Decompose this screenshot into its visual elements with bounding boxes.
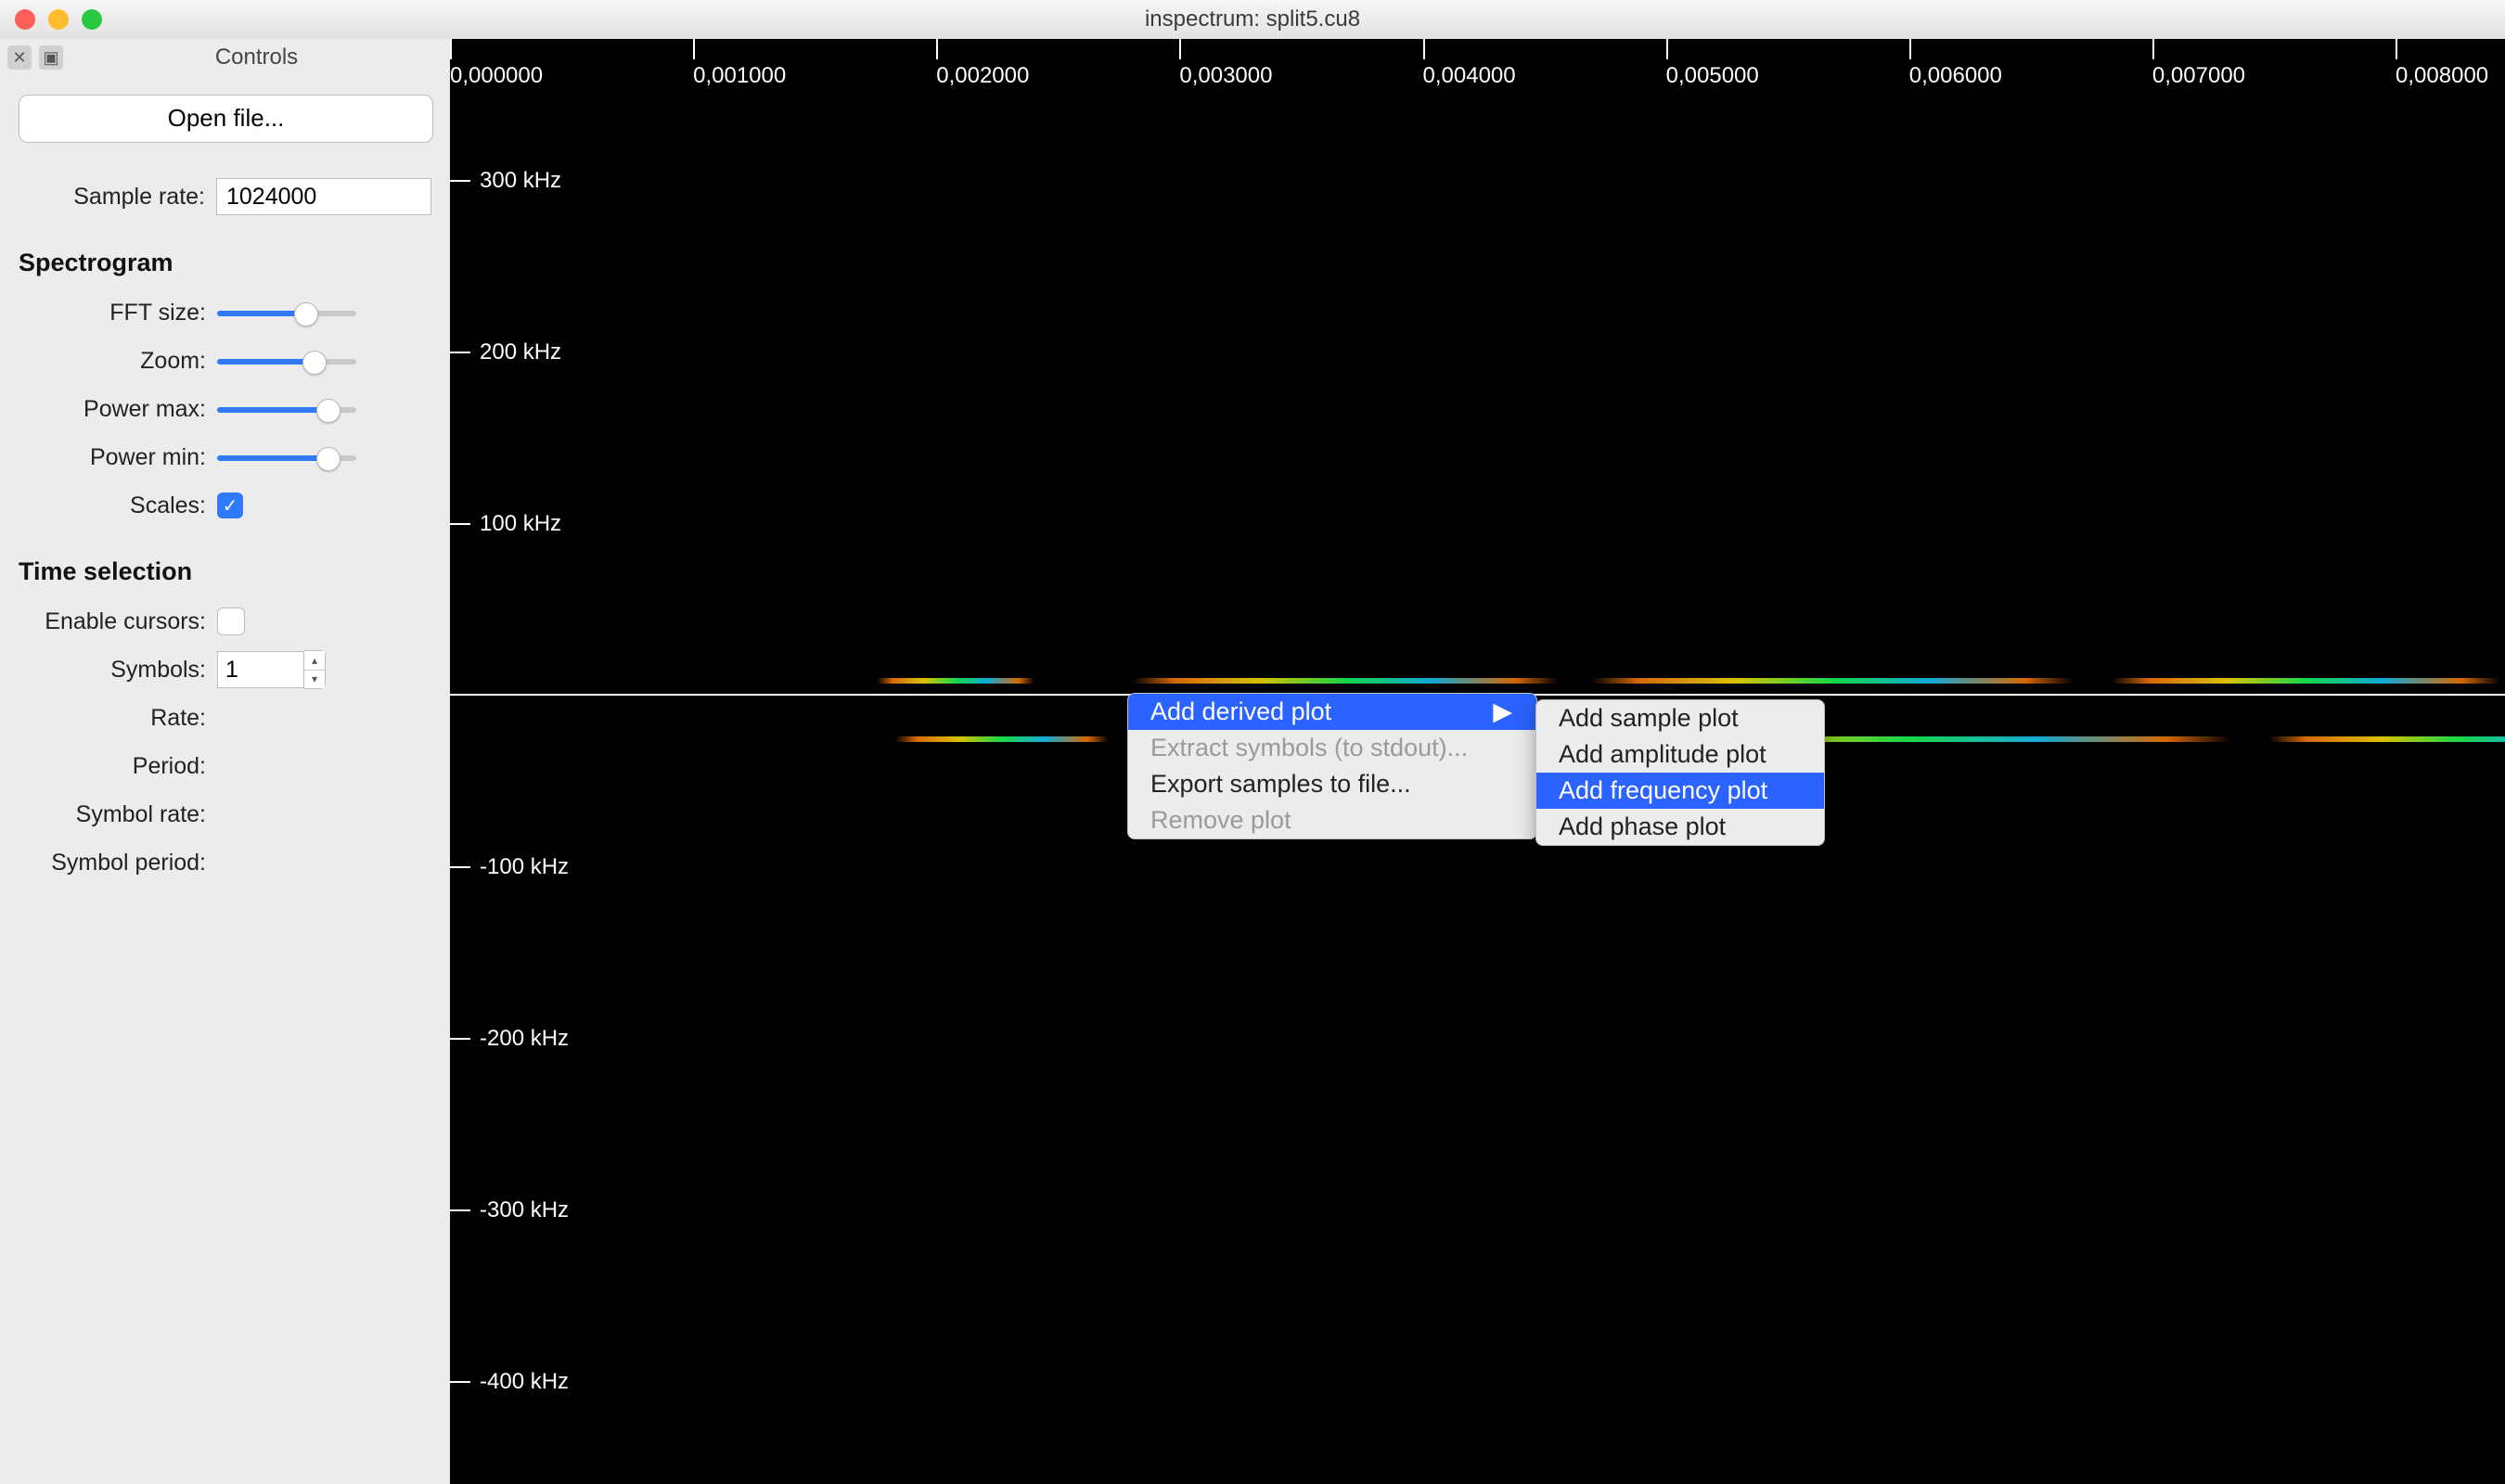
signal-band (1132, 678, 1559, 684)
signal-band (895, 736, 1109, 742)
time-selection-heading: Time selection (19, 557, 431, 586)
scales-checkbox[interactable]: ✓ (217, 493, 243, 518)
controls-panel: Open file... Sample rate: Spectrogram FF… (0, 76, 450, 1484)
time-axis-tick: 0,006000 (1909, 39, 2002, 89)
freq-axis-tick: -100 kHz (450, 854, 569, 880)
time-axis-tick: 0,004000 (1423, 39, 1516, 89)
signal-band (2111, 678, 2500, 684)
sample-rate-label: Sample rate: (19, 184, 216, 211)
signal-band (1591, 678, 2074, 684)
scales-label: Scales: (19, 493, 217, 519)
menu-item[interactable]: Add derived plot▶ (1128, 694, 1536, 730)
symbol-period-label: Symbol period: (19, 850, 217, 876)
fft-size-row: FFT size: (19, 288, 431, 337)
menu-item: Extract symbols (to stdout)... (1128, 730, 1536, 766)
time-axis-tick: 0,001000 (693, 39, 786, 89)
stepper-up-icon[interactable]: ▴ (304, 651, 325, 671)
symbols-row: Symbols: ▴ ▾ (19, 646, 431, 694)
enable-cursors-label: Enable cursors: (19, 608, 217, 635)
scales-row: Scales: ✓ (19, 481, 431, 530)
spectrogram-view[interactable]: 0,000000 0,001000 0,002000 0,003000 0,004000… (450, 39, 2505, 1484)
window-title: inspectrum: split5.cu8 (0, 6, 2505, 32)
controls-dock-header: ✕ ▣ Controls (0, 39, 450, 77)
menu-item[interactable]: Add frequency plot (1536, 773, 1824, 809)
context-menu[interactable]: Add derived plot▶Extract symbols (to std… (1127, 693, 1537, 839)
signal-band (2268, 736, 2505, 742)
symbols-label: Symbols: (19, 657, 217, 684)
time-axis-tick: 0,005000 (1666, 39, 1759, 89)
derived-plot-submenu[interactable]: Add sample plotAdd amplitude plotAdd fre… (1535, 699, 1825, 846)
dock-title: Controls (63, 45, 450, 70)
time-axis-tick: 0,000000 (450, 39, 543, 89)
spectrogram-heading: Spectrogram (19, 249, 431, 277)
menu-item[interactable]: Add amplitude plot (1536, 736, 1824, 773)
power-min-slider[interactable] (217, 448, 356, 467)
sample-rate-row: Sample rate: (19, 173, 431, 221)
period-label: Period: (19, 753, 217, 780)
fft-size-slider[interactable] (217, 303, 356, 322)
menu-item[interactable]: Add phase plot (1536, 809, 1824, 845)
power-max-slider[interactable] (217, 400, 356, 418)
stepper-down-icon[interactable]: ▾ (304, 671, 325, 689)
symbol-rate-label: Symbol rate: (19, 801, 217, 828)
power-min-label: Power min: (19, 444, 217, 471)
dock-close-icon[interactable]: ✕ (7, 45, 32, 70)
zoom-label: Zoom: (19, 348, 217, 375)
freq-axis-tick: -400 kHz (450, 1369, 569, 1395)
menu-item[interactable]: Export samples to file... (1128, 766, 1536, 802)
time-axis-tick: 0,003000 (1179, 39, 1272, 89)
power-max-row: Power max: (19, 385, 431, 433)
submenu-arrow-icon: ▶ (1493, 697, 1512, 726)
enable-cursors-checkbox[interactable] (217, 608, 245, 635)
fft-size-label: FFT size: (19, 300, 217, 326)
time-axis-tick: 0,007000 (2152, 39, 2245, 89)
open-file-button[interactable]: Open file... (19, 95, 433, 143)
dock-detach-icon[interactable]: ▣ (39, 45, 63, 70)
freq-axis-tick: -300 kHz (450, 1197, 569, 1223)
time-axis-tick: 0,002000 (936, 39, 1029, 89)
menu-item[interactable]: Add sample plot (1536, 700, 1824, 736)
symbols-stepper[interactable]: ▴ ▾ (304, 650, 326, 689)
sample-rate-input[interactable] (216, 178, 431, 215)
signal-band (877, 678, 1034, 684)
time-axis-tick: 0,008000 (2396, 39, 2488, 89)
enable-cursors-row: Enable cursors: (19, 597, 431, 646)
symbols-input[interactable] (217, 651, 304, 688)
zoom-slider[interactable] (217, 352, 356, 370)
zoom-row: Zoom: (19, 337, 431, 385)
power-max-label: Power max: (19, 396, 217, 423)
power-min-row: Power min: (19, 433, 431, 481)
freq-axis-tick: 200 kHz (450, 339, 561, 365)
rate-label: Rate: (19, 705, 217, 732)
freq-axis-tick: 300 kHz (450, 168, 561, 194)
freq-axis-tick: -200 kHz (450, 1026, 569, 1052)
menu-item: Remove plot (1128, 802, 1536, 838)
window-titlebar: inspectrum: split5.cu8 (0, 0, 2505, 40)
freq-axis-tick: 100 kHz (450, 511, 561, 537)
